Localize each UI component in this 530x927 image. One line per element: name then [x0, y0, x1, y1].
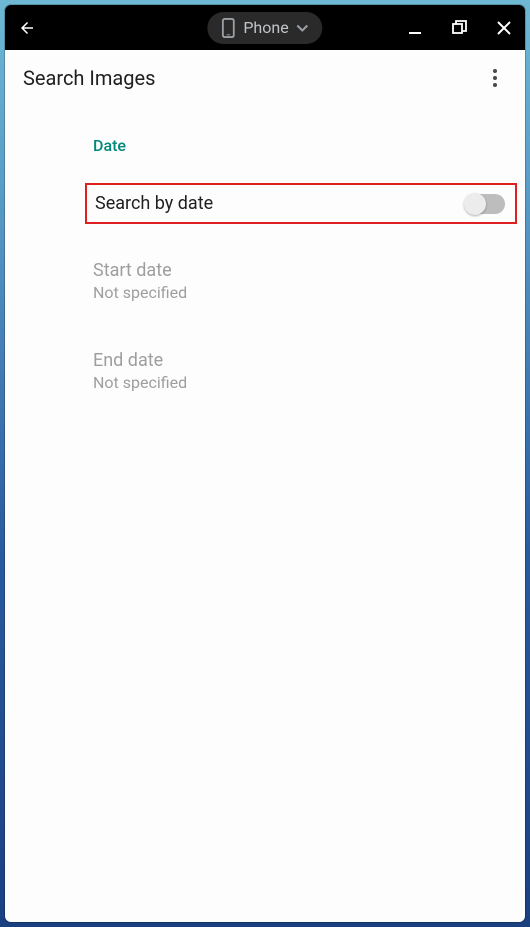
close-button[interactable] [493, 17, 515, 39]
titlebar-left [15, 16, 39, 40]
close-icon [497, 21, 511, 35]
page-title: Search Images [23, 66, 155, 90]
end-date-field[interactable]: End date Not specified [93, 350, 507, 392]
toggle-knob [464, 193, 486, 215]
maximize-restore-icon [452, 20, 468, 36]
back-button[interactable] [15, 16, 39, 40]
end-date-value: Not specified [93, 373, 507, 392]
search-by-date-label: Search by date [95, 193, 213, 214]
start-date-value: Not specified [93, 283, 507, 302]
dot-icon [493, 69, 497, 73]
chevron-down-icon [297, 24, 309, 32]
search-by-date-row[interactable]: Search by date [85, 183, 517, 224]
start-date-field[interactable]: Start date Not specified [93, 260, 507, 302]
titlebar-right [405, 17, 515, 39]
minimize-button[interactable] [405, 17, 427, 39]
emulator-titlebar: Phone [5, 5, 525, 50]
end-date-title: End date [93, 350, 507, 371]
overflow-menu-button[interactable] [483, 66, 507, 90]
emulator-window: Phone [5, 5, 525, 922]
dot-icon [493, 76, 497, 80]
section-label-date: Date [93, 136, 507, 155]
phone-screen: Search Images Date Search by date Start … [5, 50, 525, 922]
device-label: Phone [243, 18, 288, 37]
content-area: Date Search by date Start date Not speci… [5, 106, 525, 440]
arrow-back-icon [18, 19, 36, 37]
dot-icon [493, 83, 497, 87]
minimize-icon [409, 21, 423, 35]
device-selector[interactable]: Phone [207, 12, 322, 44]
maximize-button[interactable] [449, 17, 471, 39]
search-by-date-toggle[interactable] [465, 194, 505, 214]
app-header: Search Images [5, 50, 525, 106]
phone-icon [221, 18, 235, 38]
start-date-title: Start date [93, 260, 507, 281]
